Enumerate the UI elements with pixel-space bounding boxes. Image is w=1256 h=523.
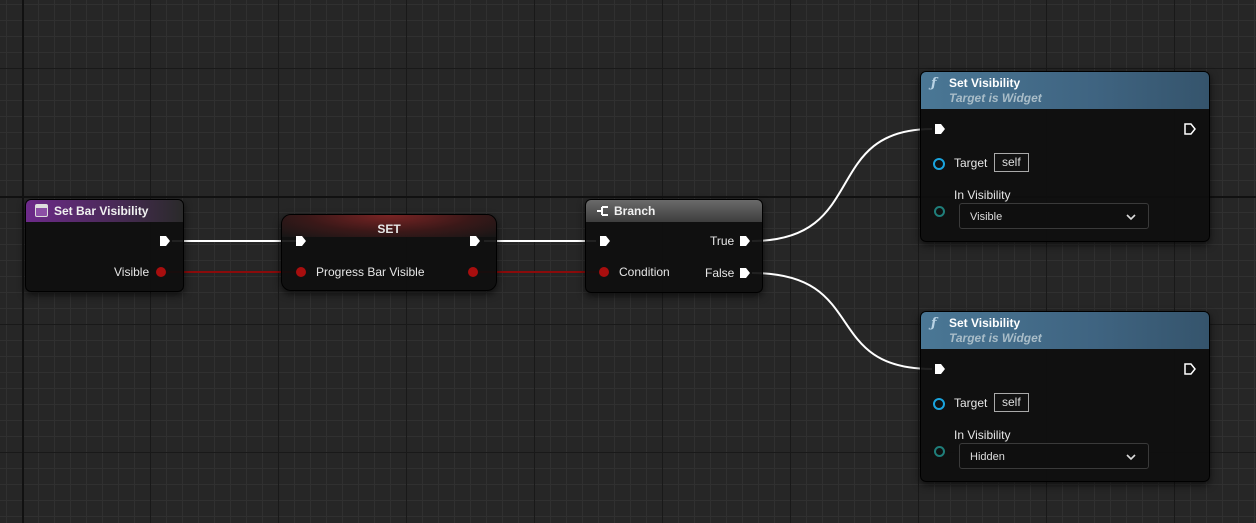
branch-node-title: Branch — [614, 204, 656, 218]
set-visibility-2-header: ƒ Set Visibility Target is Widget — [921, 312, 1209, 349]
in-visibility-pin[interactable] — [934, 446, 945, 457]
branch-icon — [597, 206, 608, 216]
true-exec-pin-icon[interactable] — [739, 235, 751, 247]
target-value-box[interactable]: self — [994, 153, 1029, 172]
exec-out-pin-icon[interactable] — [469, 235, 481, 247]
exec-out-pin-icon[interactable] — [1184, 363, 1196, 375]
visible-pin-label: Visible — [114, 265, 150, 279]
in-visibility-pin[interactable] — [934, 206, 945, 217]
target-value-box[interactable]: self — [994, 393, 1029, 412]
set-node-progress-bar-visible[interactable]: SET Progress Bar Visible — [281, 214, 497, 291]
set-node-title: SET — [282, 215, 496, 237]
chevron-down-icon — [1126, 454, 1136, 461]
set-visibility-node-1[interactable]: ƒ Set Visibility Target is Widget Target… — [920, 71, 1210, 242]
set-visibility-1-header: ƒ Set Visibility Target is Widget — [921, 72, 1209, 109]
in-visibility-value: Visible — [970, 211, 1003, 223]
target-label: Target — [954, 396, 988, 410]
event-node-header: Set Bar Visibility — [26, 200, 183, 222]
condition-bool-pin[interactable] — [599, 267, 609, 277]
event-node-set-bar-visibility[interactable]: Set Bar Visibility Visible — [25, 199, 184, 292]
exec-in-pin-icon[interactable] — [295, 235, 307, 247]
event-icon — [35, 204, 48, 217]
set-visibility-2-subtitle: Target is Widget — [949, 331, 1042, 345]
target-label: Target — [954, 156, 988, 170]
event-node-title: Set Bar Visibility — [54, 204, 149, 218]
true-pin-label: True — [710, 234, 735, 248]
exec-wire-true-to-set-visibility-1 — [751, 128, 933, 242]
progress-bar-visible-in-pin[interactable] — [296, 267, 306, 277]
in-visibility-label: In Visibility — [954, 428, 1011, 442]
set-visibility-1-subtitle: Target is Widget — [949, 91, 1042, 105]
false-pin-label: False — [705, 266, 735, 280]
exec-in-pin-icon[interactable] — [599, 235, 611, 247]
condition-pin-label: Condition — [619, 265, 670, 279]
visible-bool-pin[interactable] — [156, 267, 166, 277]
exec-in-pin-icon[interactable] — [934, 363, 946, 375]
exec-in-pin-icon[interactable] — [934, 123, 946, 135]
set-visibility-2-title: Set Visibility — [949, 316, 1021, 330]
target-pin[interactable] — [933, 398, 945, 410]
exec-out-pin-icon[interactable] — [1184, 123, 1196, 135]
branch-node-header: Branch — [586, 200, 762, 222]
exec-wire-false-to-set-visibility-2 — [751, 272, 933, 370]
in-visibility-label: In Visibility — [954, 188, 1011, 202]
in-visibility-dropdown[interactable]: Hidden — [959, 443, 1149, 469]
chevron-down-icon — [1126, 214, 1136, 221]
set-visibility-node-2[interactable]: ƒ Set Visibility Target is Widget Target… — [920, 311, 1210, 482]
in-visibility-value: Hidden — [970, 451, 1005, 463]
target-pin[interactable] — [933, 158, 945, 170]
branch-node[interactable]: Branch True Condition False — [585, 199, 763, 293]
in-visibility-dropdown[interactable]: Visible — [959, 203, 1149, 229]
progress-bar-visible-out-pin[interactable] — [468, 267, 478, 277]
exec-out-pin-icon[interactable] — [159, 235, 171, 247]
function-icon: ƒ — [931, 76, 937, 91]
function-icon: ƒ — [931, 316, 937, 331]
progress-bar-visible-label: Progress Bar Visible — [316, 265, 425, 279]
set-visibility-1-title: Set Visibility — [949, 76, 1021, 90]
false-exec-pin-icon[interactable] — [739, 267, 751, 279]
